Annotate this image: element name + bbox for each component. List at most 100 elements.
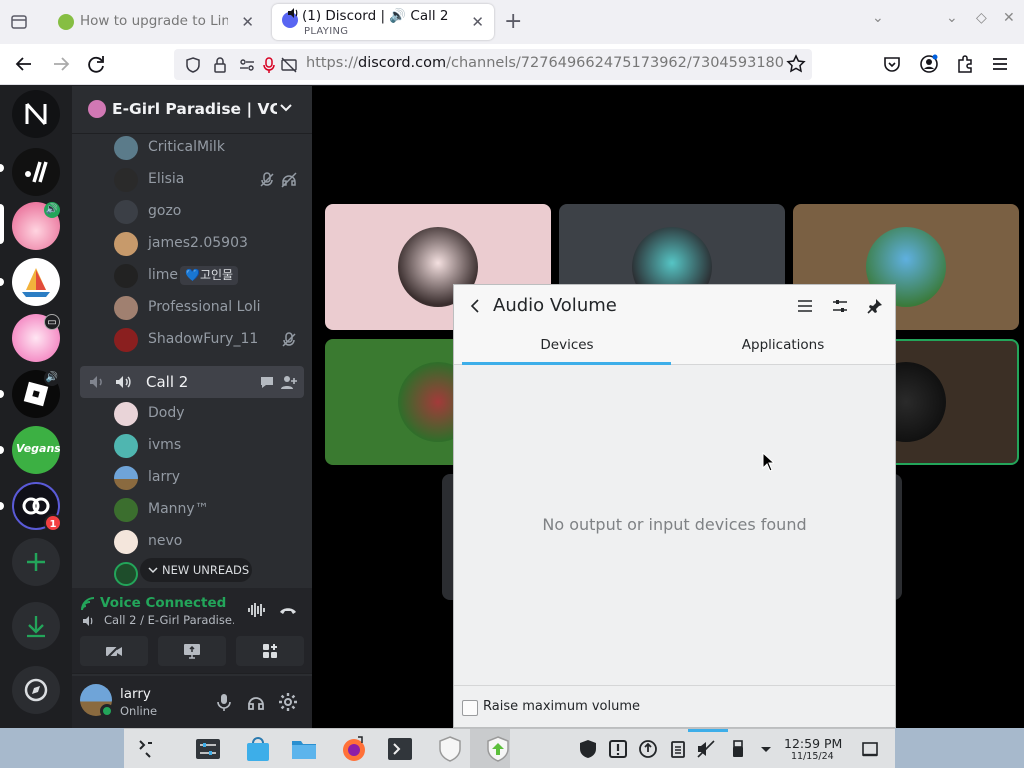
raise-max-volume-label[interactable]: Raise maximum volume [483, 699, 640, 714]
voice-channel-path[interactable]: Call 2 / E-Girl Paradise... [104, 613, 234, 627]
server-icon-sailboat[interactable] [12, 258, 60, 306]
tracking-shield-icon[interactable] [184, 56, 202, 74]
minimize-icon[interactable]: ⌄ [946, 10, 958, 26]
voice-member[interactable]: ShadowFury_11 [114, 326, 304, 354]
url-text[interactable]: https://discord.com/channels/72764966247… [306, 55, 784, 71]
video-toggle-button[interactable] [80, 636, 148, 666]
avatar [114, 434, 138, 458]
security-shield-icon[interactable] [436, 735, 464, 763]
download-apps-button[interactable] [12, 602, 60, 650]
volume-muted-icon[interactable] [696, 739, 716, 759]
voice-member[interactable]: ivms [114, 432, 304, 460]
app-launcher-icon[interactable] [132, 735, 160, 763]
activities-button[interactable] [236, 636, 304, 666]
window-close-icon[interactable]: ✕ [1003, 10, 1015, 26]
voice-member[interactable]: nevo [114, 528, 304, 556]
voice-member[interactable]: Elisia [114, 166, 304, 194]
member-name: lime [148, 267, 179, 283]
invite-user-icon[interactable] [280, 373, 298, 391]
linux-mint-favicon-icon [58, 14, 74, 30]
voice-member[interactable]: larry [114, 464, 304, 492]
speaker-playing-icon[interactable] [286, 6, 300, 20]
back-arrow-icon[interactable] [466, 297, 484, 315]
menu-hamburger-icon[interactable] [796, 297, 814, 315]
settings-gear-icon[interactable] [278, 692, 298, 712]
new-unreads-button[interactable]: NEW UNREADS [140, 558, 252, 582]
user-name[interactable]: larry [120, 686, 151, 702]
show-desktop-icon[interactable] [860, 739, 880, 759]
chevron-down-icon[interactable] [278, 100, 294, 116]
voice-member[interactable]: Manny™ [114, 496, 304, 524]
tab-applications[interactable]: Applications [678, 337, 888, 353]
system-settings-icon[interactable] [194, 735, 222, 763]
pin-icon[interactable] [866, 297, 884, 315]
microphone-icon[interactable] [214, 692, 234, 712]
discover-button[interactable] [12, 666, 60, 714]
screen-share-button[interactable] [158, 636, 226, 666]
url-bar[interactable]: https://discord.com/channels/72764966247… [174, 49, 812, 80]
lock-icon[interactable] [211, 56, 229, 74]
activities-icon [263, 644, 277, 658]
avatar [114, 296, 138, 320]
member-name: Dody [148, 405, 185, 421]
security-tray-icon[interactable] [578, 739, 598, 759]
list-all-tabs-icon[interactable]: ⌄ [872, 10, 884, 26]
clock-date[interactable]: 11/15/24 [791, 751, 834, 762]
raise-max-volume-checkbox[interactable] [462, 700, 478, 716]
reload-icon[interactable] [85, 53, 107, 75]
update-tray-icon[interactable] [638, 739, 658, 759]
clipboard-icon[interactable] [668, 739, 688, 759]
voice-member[interactable]: Dody [114, 400, 304, 428]
discover-store-icon[interactable] [244, 735, 272, 763]
microphone-in-use-icon[interactable] [260, 56, 278, 74]
extensions-icon[interactable] [955, 54, 975, 74]
member-name: nevo [148, 533, 183, 549]
browser-nav-bar: https://discord.com/channels/72764966247… [0, 44, 1024, 85]
voice-member[interactable]: lime 💙고인물 [114, 262, 304, 290]
tab-list-icon[interactable] [10, 13, 28, 31]
voice-status-text[interactable]: Voice Connected [100, 595, 226, 611]
notification-alert-icon[interactable] [608, 739, 628, 759]
close-tab-icon[interactable]: ✕ [241, 13, 254, 31]
tray-expand-arrow-icon[interactable] [756, 739, 776, 759]
configure-sliders-icon[interactable] [831, 297, 849, 315]
browser-tab-inactive[interactable]: How to upgrade to Linux Mint ✕ [48, 4, 264, 40]
tab-devices[interactable]: Devices [462, 337, 672, 353]
voice-member[interactable]: gozo [114, 198, 304, 226]
update-manager-icon[interactable] [484, 735, 512, 763]
voice-member[interactable]: CriticalMilk [114, 134, 304, 162]
disconnect-phone-icon[interactable] [278, 602, 298, 618]
pocket-icon[interactable] [882, 54, 902, 74]
chat-bubble-icon[interactable] [258, 373, 276, 391]
voice-channel-call-2[interactable]: Call 2 [80, 366, 304, 398]
server-selected-pill [0, 204, 4, 244]
usb-device-icon[interactable] [728, 739, 748, 759]
maximize-icon[interactable]: ◇ [976, 10, 987, 26]
file-manager-icon[interactable] [290, 735, 318, 763]
browser-tab-active[interactable]: (1) Discord | 🔊 Call 2 | E-Girl Paradise… [272, 4, 494, 40]
konsole-terminal-icon[interactable] [386, 735, 414, 763]
server-icon-vegans[interactable]: Vegans [12, 426, 60, 474]
add-server-button[interactable] [12, 538, 60, 586]
clock-time[interactable]: 12:59 PM [784, 736, 842, 751]
headphones-icon[interactable] [246, 692, 266, 712]
server-icon-home[interactable] [12, 90, 60, 138]
server-icon-slash[interactable] [12, 148, 60, 196]
new-tab-button[interactable]: + [504, 9, 522, 34]
voice-member[interactable]: james2.05903 [114, 230, 304, 258]
voice-connected-panel: Voice Connected Call 2 / E-Girl Paradise… [72, 588, 312, 674]
firefox-icon[interactable] [340, 735, 368, 763]
voice-member[interactable]: Professional Loli [114, 294, 304, 322]
signal-strength-icon[interactable] [80, 596, 96, 612]
noise-suppression-icon[interactable] [246, 600, 266, 620]
menu-hamburger-icon[interactable] [990, 54, 1010, 74]
muted-icon [282, 332, 296, 347]
permissions-icon[interactable] [238, 56, 256, 74]
forward-icon[interactable] [50, 53, 72, 75]
autoplay-blocked-icon[interactable] [280, 56, 298, 74]
back-icon[interactable] [13, 53, 35, 75]
close-tab-icon[interactable]: ✕ [471, 13, 484, 31]
guild-header[interactable]: E-Girl Paradise | VC • ... [72, 86, 312, 134]
account-icon[interactable] [919, 54, 939, 74]
bookmark-star-icon[interactable] [786, 54, 806, 74]
